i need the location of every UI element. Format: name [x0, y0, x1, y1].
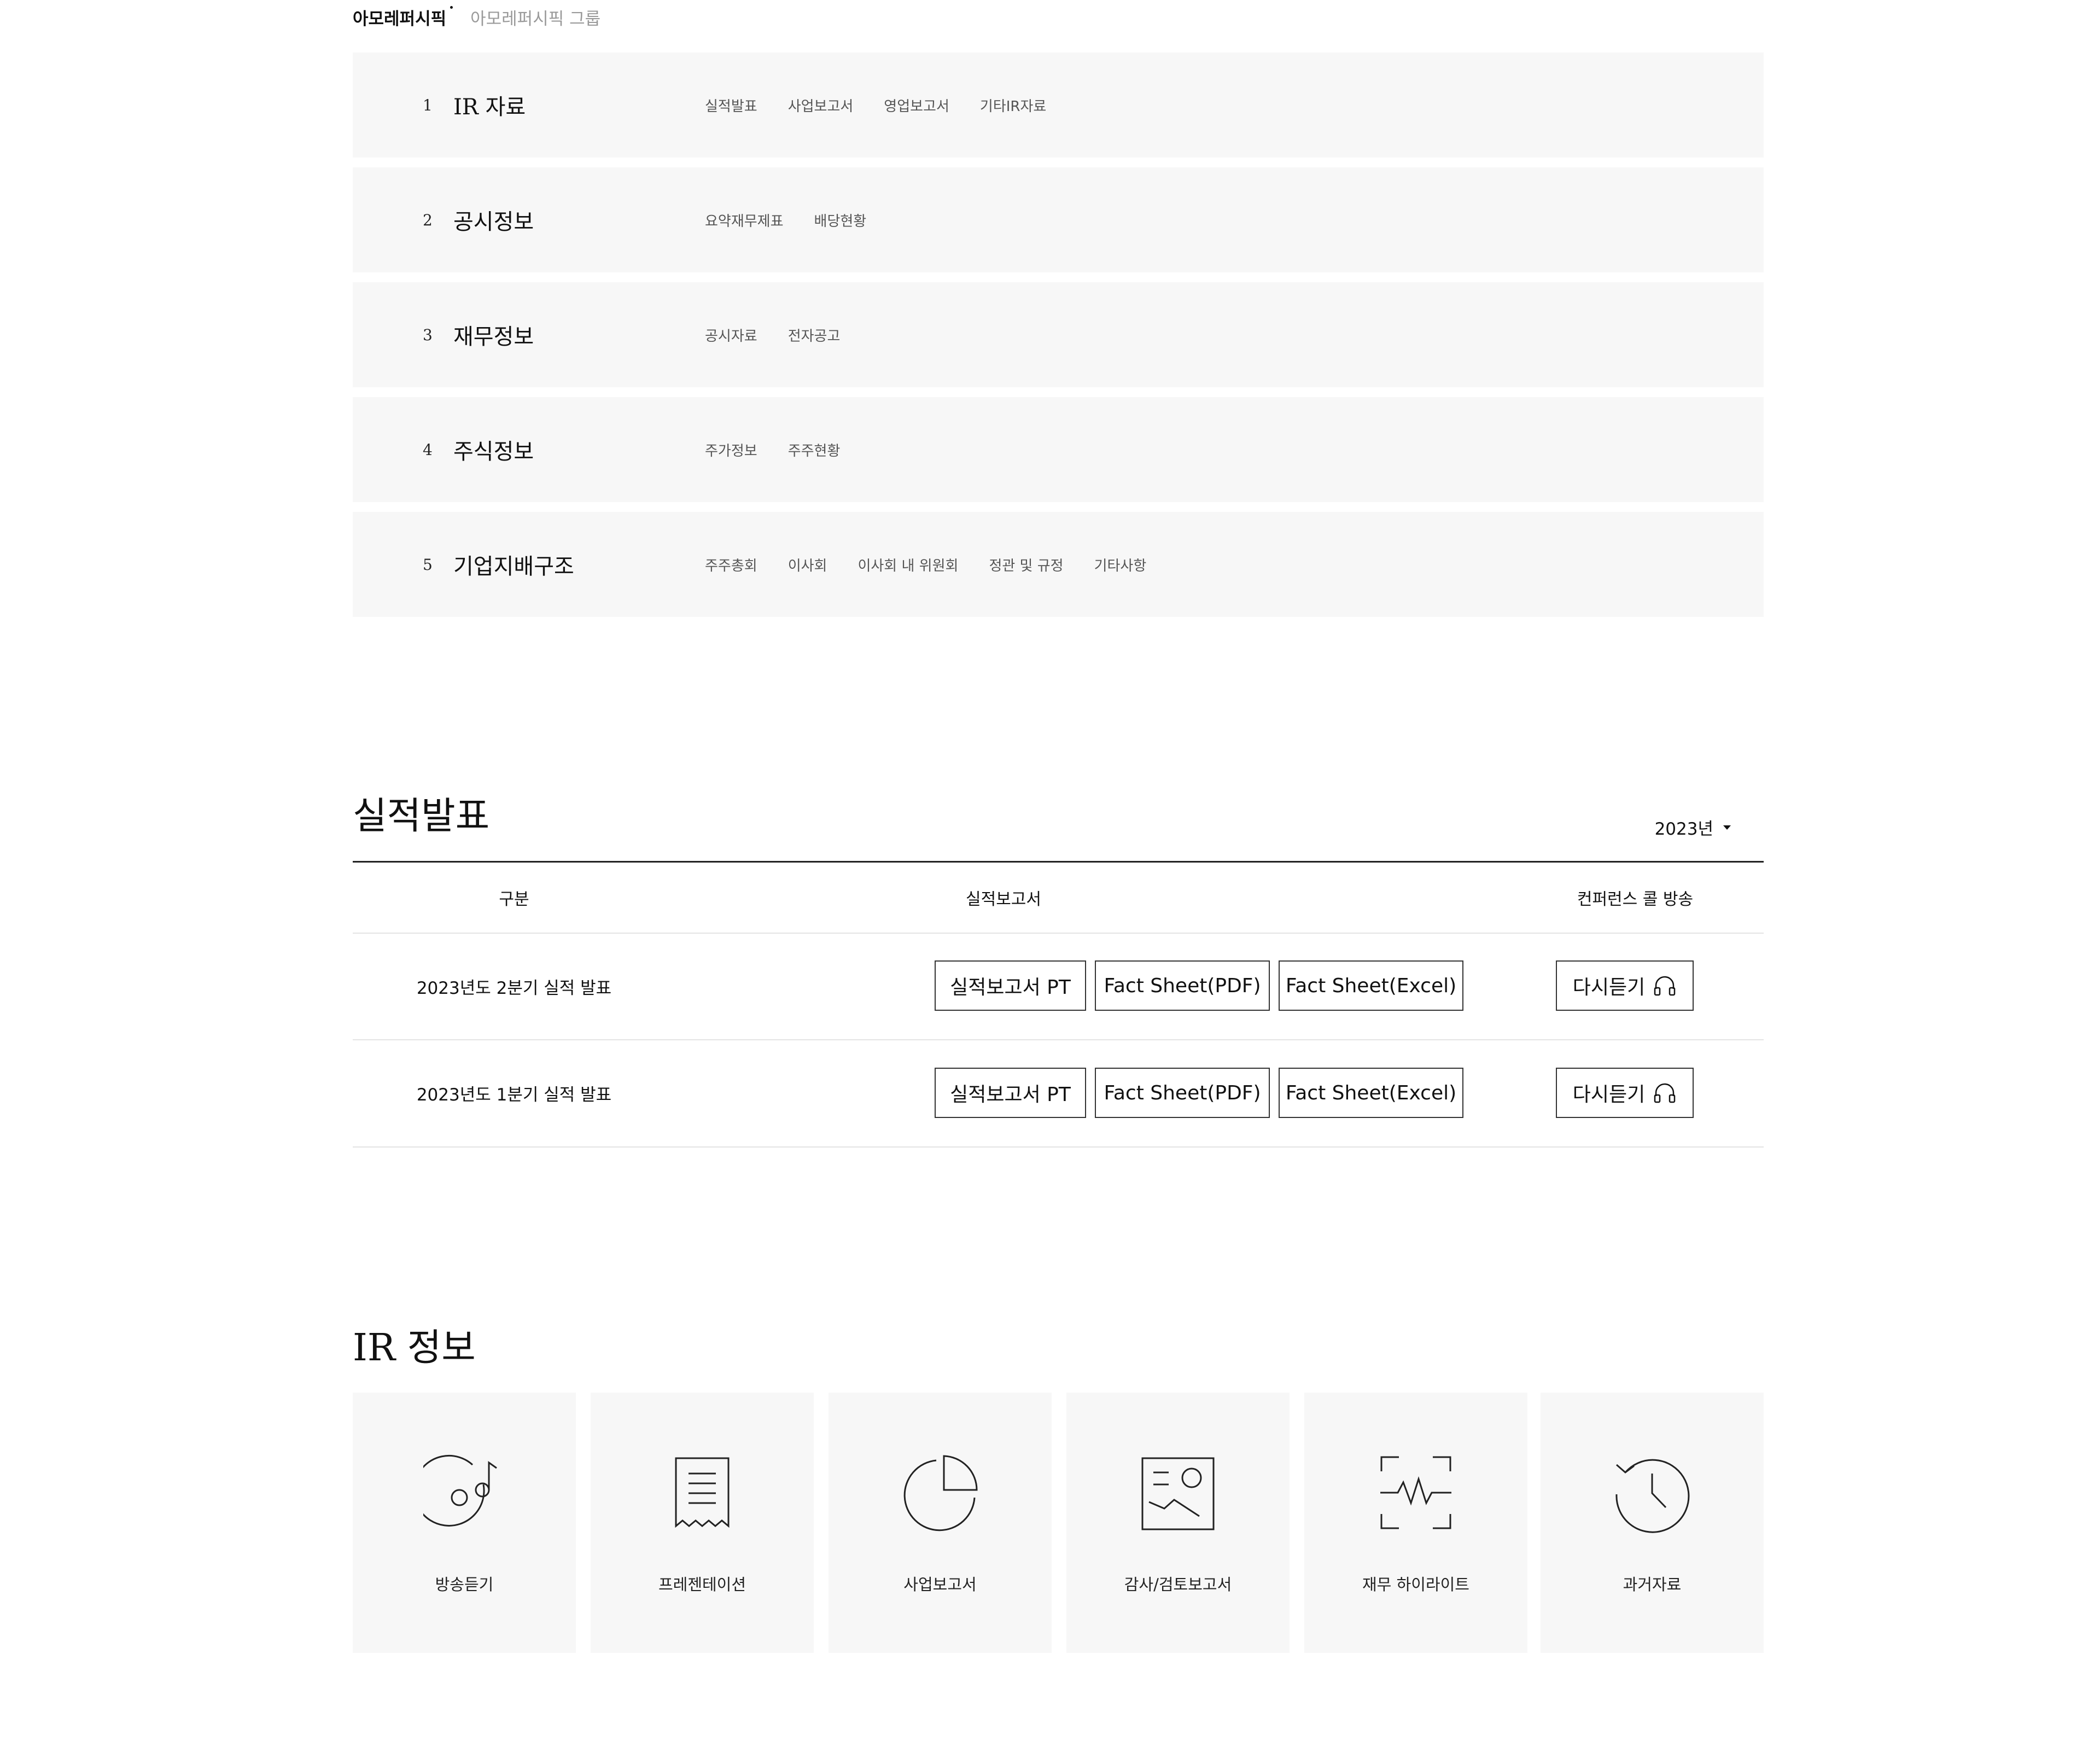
headphones-icon	[1654, 976, 1676, 996]
year-select-value: 2023년	[1654, 819, 1713, 839]
menu-title[interactable]: IR 자료	[453, 53, 526, 158]
menu-number: 1	[423, 96, 433, 114]
card-label: 방송듣기	[435, 1575, 494, 1594]
card-business-report[interactable]: 사업보고서	[829, 1393, 1052, 1653]
row-label: 2023년도 2분기 실적 발표	[416, 978, 612, 998]
menu-number: 3	[423, 325, 433, 344]
card-label: 과거자료	[1623, 1575, 1682, 1594]
fact-sheet-excel-button[interactable]: Fact Sheet(Excel)	[1279, 960, 1463, 1011]
year-select[interactable]: 2023년	[1655, 815, 1731, 840]
menu-title[interactable]: 재무정보	[453, 282, 534, 387]
header-category: 구분	[499, 890, 529, 909]
report-pt-button[interactable]: 실적보고서 PT	[935, 960, 1086, 1011]
menu-link-summary-financials[interactable]: 요약재무제표	[705, 210, 784, 230]
fact-sheet-excel-button[interactable]: Fact Sheet(Excel)	[1279, 1068, 1463, 1118]
card-label: 사업보고서	[903, 1575, 977, 1594]
card-audit-report[interactable]: 감사/검토보고서	[1066, 1393, 1290, 1653]
card-label: 재무 하이라이트	[1362, 1575, 1469, 1594]
menu-row-ir-materials: 1 IR 자료 실적발표 사업보고서 영업보고서 기타IR자료	[353, 53, 1764, 158]
row-label: 2023년도 1분기 실적 발표	[416, 1085, 612, 1105]
divider	[353, 1146, 1764, 1148]
replay-button[interactable]: 다시듣기	[1556, 960, 1694, 1011]
menu-link-disclosure-materials[interactable]: 공시자료	[705, 325, 757, 345]
menu-row-financial-info: 3 재무정보 공시자료 전자공고	[353, 282, 1764, 387]
menu-title[interactable]: 주식정보	[453, 397, 534, 502]
menu-link-operating-report[interactable]: 영업보고서	[884, 95, 949, 115]
menu-title[interactable]: 공시정보	[453, 167, 534, 272]
menu-link-other-matters[interactable]: 기타사항	[1094, 555, 1147, 575]
menu-row-disclosure: 2 공시정보 요약재무제표 배당현황	[353, 167, 1764, 272]
pie-chart-icon	[903, 1455, 978, 1531]
menu-row-governance: 5 기업지배구조 주주총회 이사회 이사회 내 위원회 정관 및 규정 기타사항	[353, 512, 1764, 617]
ir-info-title: IR 정보	[353, 1326, 476, 1370]
menu-link-articles-regulations[interactable]: 정관 및 규정	[989, 555, 1063, 575]
replay-button[interactable]: 다시듣기	[1556, 1068, 1694, 1118]
card-presentation[interactable]: 프레젠테이션	[591, 1393, 814, 1653]
menu-link-board[interactable]: 이사회	[788, 555, 827, 575]
menu-row-stock-info: 4 주식정보 주가정보 주주현황	[353, 397, 1764, 502]
group-tabs: 아모레퍼시픽 아모레퍼시픽 그룹	[353, 3, 625, 31]
card-financial-highlights[interactable]: 재무 하이라이트	[1304, 1393, 1527, 1653]
menu-link-business-report[interactable]: 사업보고서	[788, 95, 854, 115]
menu-link-shareholders[interactable]: 주주현황	[788, 440, 841, 460]
history-clock-icon	[1615, 1459, 1690, 1533]
tab-amorepacific[interactable]: 아모레퍼시픽	[353, 5, 453, 30]
receipt-document-icon	[675, 1457, 730, 1528]
tab-amorepacific-group[interactable]: 아모레퍼시픽 그룹	[470, 5, 600, 30]
menu-link-stock-price[interactable]: 주가정보	[705, 440, 757, 460]
fact-sheet-pdf-button[interactable]: Fact Sheet(PDF)	[1095, 960, 1270, 1011]
header-call: 컨퍼런스 콜 방송	[1577, 890, 1694, 909]
menu-link-other-ir[interactable]: 기타IR자료	[980, 95, 1046, 115]
pulse-scan-icon	[1380, 1456, 1451, 1529]
report-pt-button[interactable]: 실적보고서 PT	[935, 1068, 1086, 1118]
menu-number: 2	[423, 211, 433, 229]
menu-link-dividends[interactable]: 배당현황	[814, 210, 867, 230]
menu-link-board-committees[interactable]: 이사회 내 위원회	[858, 555, 958, 575]
menu-title[interactable]: 기업지배구조	[453, 512, 574, 617]
menu-number: 4	[423, 440, 433, 459]
caret-down-icon	[1723, 825, 1731, 830]
image-report-icon	[1141, 1457, 1215, 1530]
fact-sheet-pdf-button[interactable]: Fact Sheet(PDF)	[1095, 1068, 1270, 1118]
card-past-materials[interactable]: 과거자료	[1541, 1393, 1764, 1653]
replay-label: 다시듣기	[1572, 1084, 1646, 1106]
earnings-title: 실적발표	[353, 795, 490, 838]
menu-number: 5	[423, 555, 433, 574]
card-label: 감사/검토보고서	[1124, 1575, 1232, 1594]
music-disc-icon	[423, 1454, 497, 1527]
header-report: 실적보고서	[966, 890, 1041, 909]
headphones-icon	[1654, 1083, 1676, 1103]
menu-link-earnings[interactable]: 실적발표	[705, 95, 757, 115]
card-broadcast[interactable]: 방송듣기	[353, 1393, 576, 1653]
replay-label: 다시듣기	[1572, 976, 1646, 999]
card-label: 프레젠테이션	[658, 1575, 746, 1594]
menu-link-e-notice[interactable]: 전자공고	[788, 325, 841, 345]
menu-link-shareholders-meeting[interactable]: 주주총회	[705, 555, 757, 575]
